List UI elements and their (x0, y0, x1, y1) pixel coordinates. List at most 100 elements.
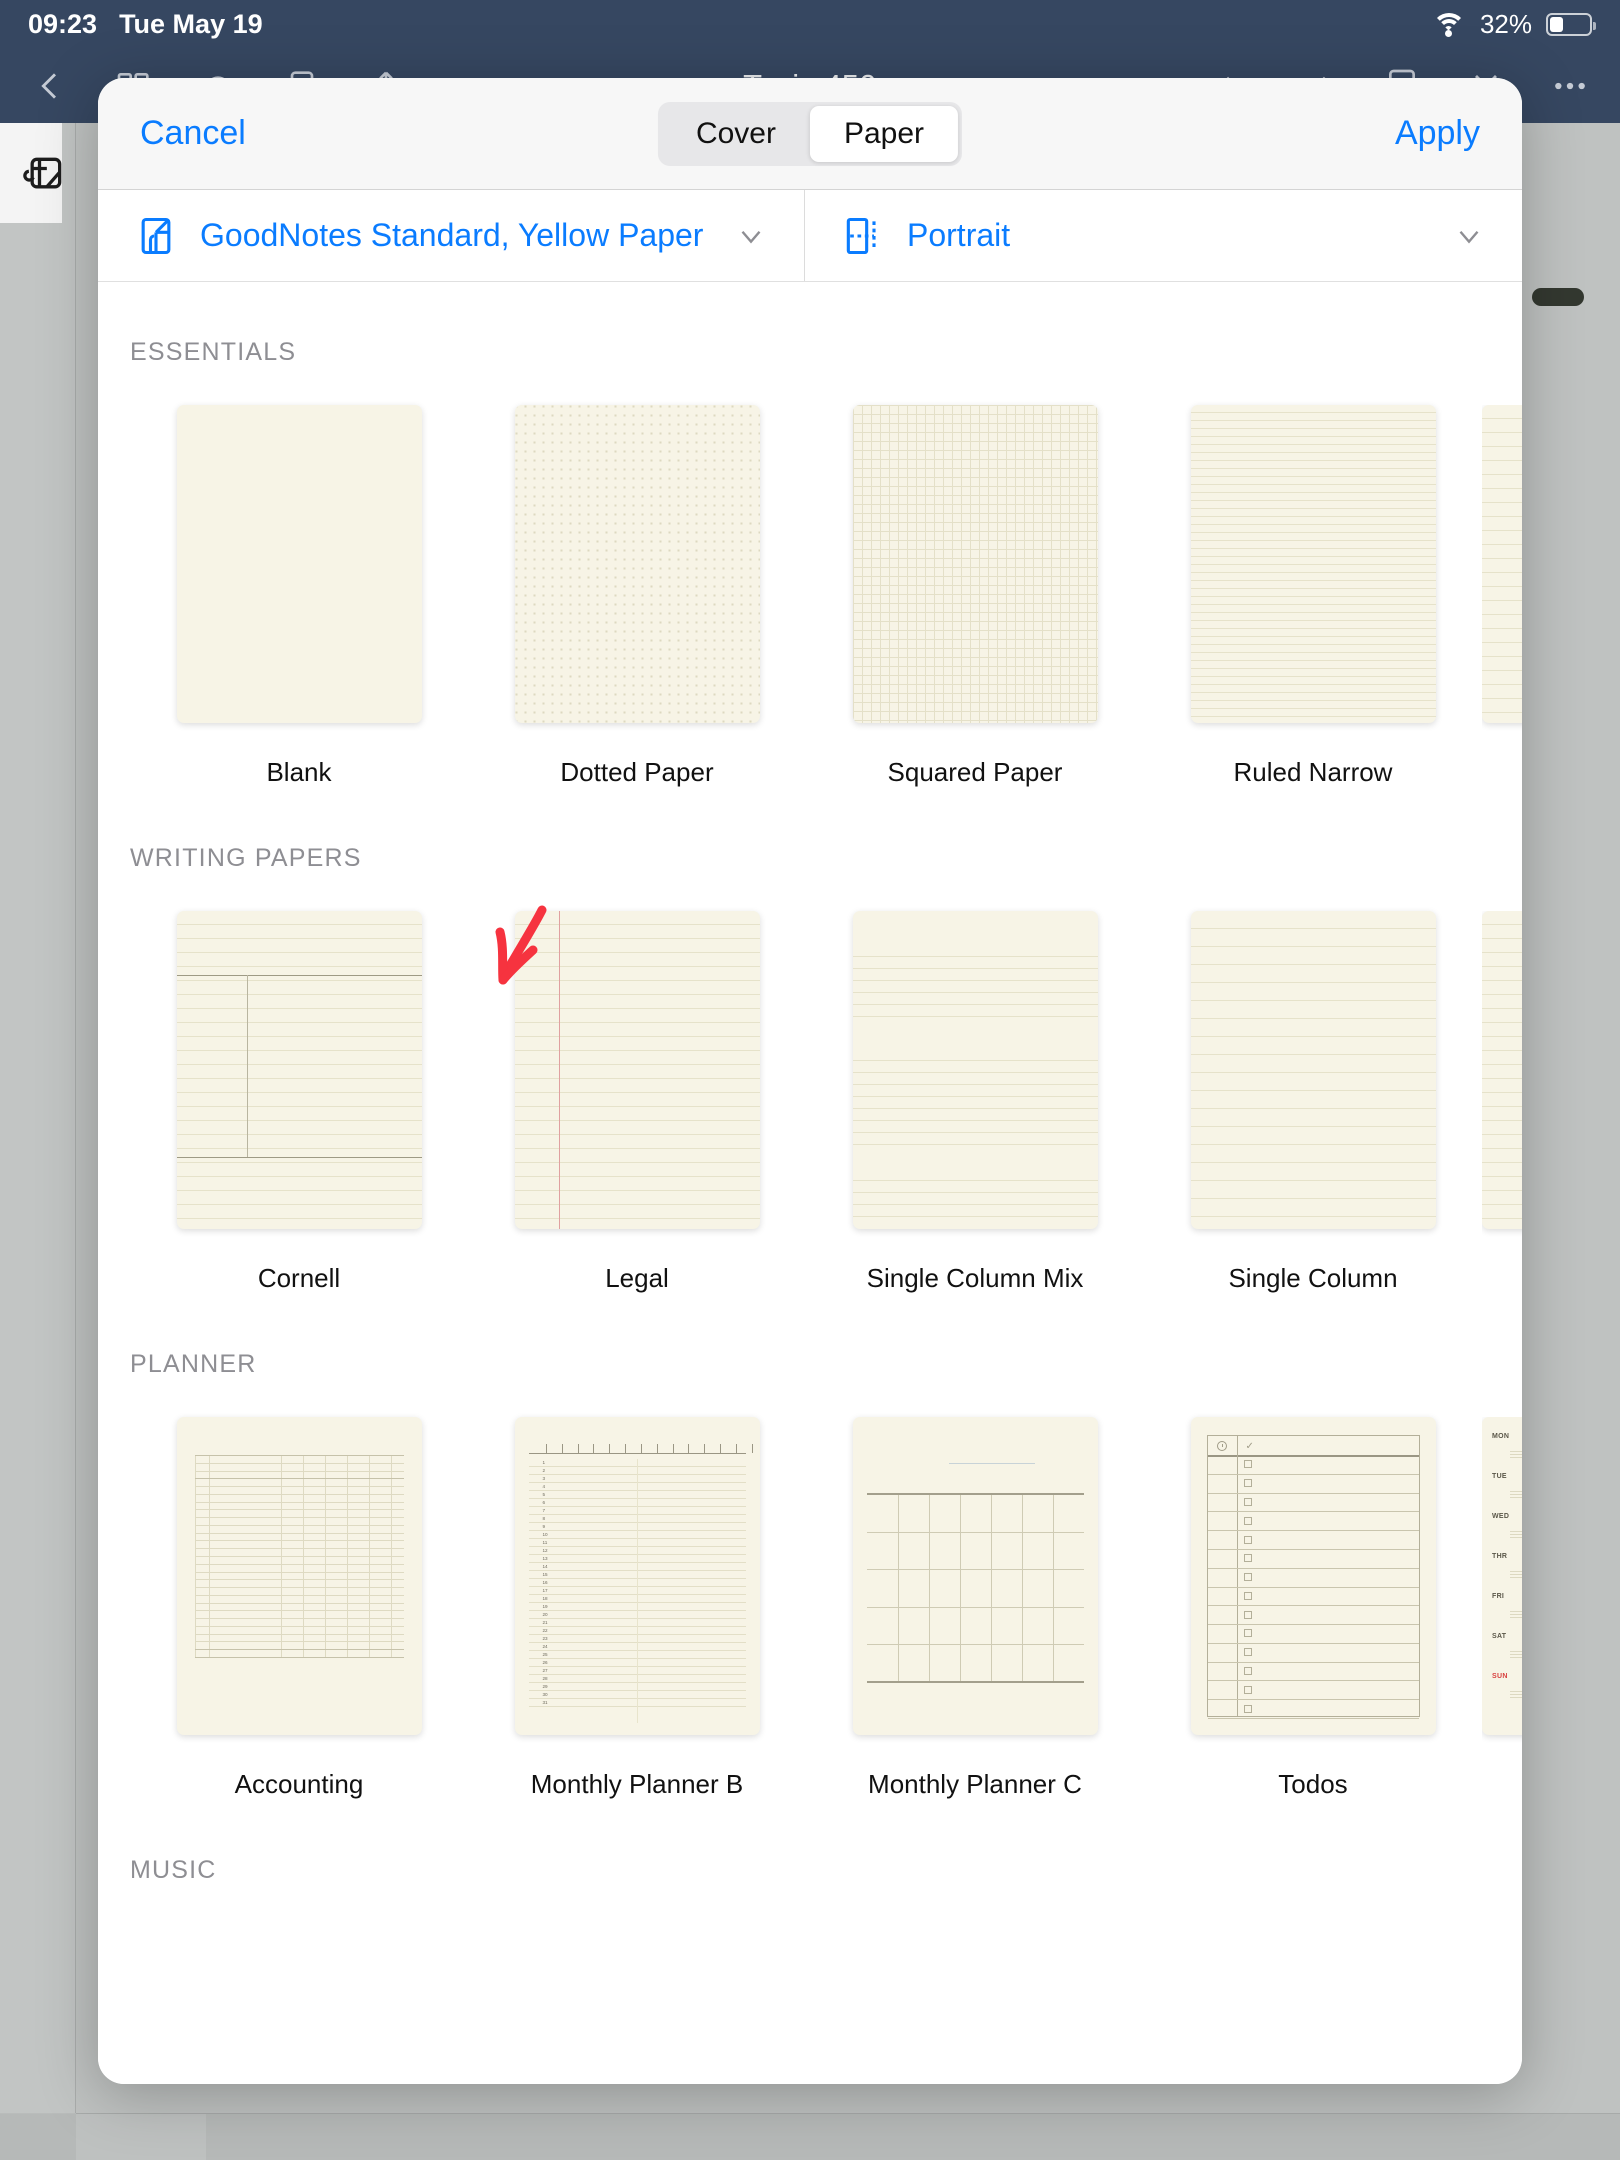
paper-settings-row: GoodNotes Standard, Yellow Paper Portrai… (98, 190, 1522, 282)
day-number: 24 (542, 1643, 548, 1649)
modal-header: Cancel Cover Paper Apply (98, 78, 1522, 190)
paper-thumbnail-cornell[interactable] (176, 911, 422, 1229)
page-thumbnail-icon[interactable] (22, 152, 68, 196)
paper-thumbnail-monthly-planner-c[interactable] (852, 1417, 1098, 1735)
day-number: 30 (542, 1691, 548, 1697)
paper-template-item[interactable]: Blank (130, 405, 468, 788)
paper-template-item-partial[interactable] (1482, 405, 1522, 788)
paper-thumbnail-todos[interactable]: ✓ (1190, 1417, 1436, 1735)
section-title-essentials: ESSENTIALS (130, 338, 297, 366)
paper-label: Dotted Paper (560, 757, 714, 787)
day-number: 21 (542, 1619, 548, 1625)
day-number: 25 (542, 1651, 548, 1657)
checkbox[interactable] (1243, 1704, 1252, 1713)
paper-template-selector[interactable]: GoodNotes Standard, Yellow Paper (98, 190, 804, 281)
checkbox[interactable] (1243, 1535, 1252, 1544)
paper-grid-planner: Accounting 1 2 3 4 5 6 7 8 9 10 11 12 13 14 15 16 17 18 19… (98, 1379, 1522, 1800)
paper-label: Ruled Narrow (1233, 757, 1393, 787)
paper-template-item[interactable]: Monthly Planner C (806, 1417, 1144, 1800)
bottom-tray-block (76, 2114, 206, 2160)
cancel-button[interactable]: Cancel (140, 114, 246, 153)
paper-template-icon (141, 217, 171, 254)
chevron-down-icon (741, 230, 761, 244)
paper-template-item[interactable]: ✓ Todos (1144, 1417, 1482, 1800)
paper-template-item[interactable]: Squared Paper (806, 405, 1144, 788)
checkbox[interactable] (1243, 1591, 1252, 1600)
bottom-tray (0, 2114, 1620, 2160)
day-number: 13 (542, 1555, 548, 1561)
paper-thumbnail-legal[interactable] (514, 911, 760, 1229)
checkbox[interactable] (1243, 1479, 1252, 1488)
checkbox[interactable] (1243, 1460, 1252, 1469)
paper-template-scroll-area[interactable]: ESSENTIALS Blank Dotted Paper Squared Pa… (98, 282, 1522, 2084)
day-number: 15 (542, 1571, 548, 1577)
wifi-icon (1431, 11, 1466, 37)
checkbox[interactable] (1243, 1573, 1252, 1582)
back-chevron-icon[interactable] (30, 66, 70, 106)
clock-icon (1216, 1441, 1227, 1451)
checkbox[interactable] (1243, 1610, 1252, 1619)
paper-template-item-partial[interactable] (1482, 911, 1522, 1294)
paper-picker-modal: Cancel Cover Paper Apply GoodNotes Stand… (98, 78, 1522, 2084)
orientation-selector[interactable]: Portrait (804, 190, 1522, 281)
paper-template-item[interactable]: Ruled Narrow (1144, 405, 1482, 788)
paper-thumbnail-accounting[interactable] (176, 1417, 422, 1735)
paper-thumbnail-ruled-narrow[interactable] (1190, 405, 1436, 723)
paper-template-item-partial[interactable]: MON TUE WED THR FRI SAT SUN (1482, 1417, 1522, 1800)
checkbox[interactable] (1243, 1648, 1252, 1657)
tab-cover[interactable]: Cover (662, 106, 810, 162)
day-number: 26 (542, 1659, 548, 1665)
paper-thumbnail-squared[interactable] (852, 405, 1098, 723)
paper-template-item[interactable]: Dotted Paper (468, 405, 806, 788)
battery-percent-label: 32% (1479, 8, 1532, 39)
checkbox[interactable] (1243, 1667, 1252, 1676)
paper-label: Squared Paper (887, 757, 1063, 787)
tab-paper[interactable]: Paper (809, 105, 959, 162)
day-number: 16 (542, 1579, 548, 1585)
checkbox[interactable] (1243, 1497, 1252, 1506)
weekday-label: THR (1492, 1553, 1508, 1560)
paper-label: Single Column Mix (866, 1263, 1084, 1293)
day-number: 29 (542, 1683, 548, 1689)
checkbox[interactable] (1243, 1516, 1252, 1525)
paper-template-item[interactable]: Cornell (130, 911, 468, 1294)
day-number: 11 (542, 1539, 548, 1545)
paper-template-item[interactable]: Single Column (1144, 911, 1482, 1294)
paper-thumbnail-single-column[interactable] (1190, 911, 1436, 1229)
checkbox[interactable] (1243, 1554, 1252, 1563)
paper-label: Monthly Planner C (868, 1769, 1082, 1799)
section-title-writing-papers: WRITING PAPERS (130, 844, 362, 872)
paper-template-item[interactable]: Legal (468, 911, 806, 1294)
checkbox[interactable] (1243, 1685, 1252, 1694)
day-number: 5 (542, 1491, 546, 1497)
checkbox[interactable] (1243, 1629, 1252, 1638)
paper-thumbnail-weekly-partial[interactable]: MON TUE WED THR FRI SAT SUN (1482, 1417, 1522, 1735)
day-number: 17 (542, 1587, 548, 1593)
paper-thumbnail-dotted[interactable] (514, 405, 760, 723)
more-options-icon[interactable] (1550, 66, 1590, 106)
paper-label: Todos (1278, 1769, 1348, 1799)
apply-button[interactable]: Apply (1395, 114, 1480, 153)
day-number: 20 (542, 1611, 548, 1617)
checkmark-icon: ✓ (1245, 1441, 1254, 1452)
paper-template-item[interactable]: Accounting (130, 1417, 468, 1800)
paper-label: Single Column (1228, 1263, 1398, 1293)
paper-thumbnail-partial[interactable] (1482, 911, 1522, 1229)
paper-template-value: GoodNotes Standard, Yellow Paper (200, 217, 704, 253)
page-sidebar (0, 123, 76, 2113)
day-number: 1 (542, 1459, 546, 1465)
battery-icon (1546, 12, 1596, 36)
drag-handle[interactable] (1532, 288, 1584, 306)
status-bar-right: 32% (1431, 8, 1596, 40)
paper-template-item[interactable]: Single Column Mix (806, 911, 1144, 1294)
paper-thumbnail-blank[interactable] (176, 405, 422, 723)
paper-template-item[interactable]: 1 2 3 4 5 6 7 8 9 10 11 12 13 14 15 16 17 18 19 20 21 22 23 24 2… (468, 1417, 806, 1800)
day-number: 28 (542, 1675, 548, 1681)
day-number: 10 (542, 1531, 548, 1537)
weekday-label: SAT (1492, 1633, 1507, 1640)
paper-thumbnail-monthly-planner-b[interactable]: 1 2 3 4 5 6 7 8 9 10 11 12 13 14 15 16 17 18 19 20 21 22 23 24 2… (514, 1417, 760, 1735)
paper-thumbnail-partial[interactable] (1482, 405, 1522, 723)
status-bar-left: 09:23 Tue May 19 (28, 9, 263, 40)
paper-thumbnail-single-column-mix[interactable] (852, 911, 1098, 1229)
day-number: 14 (542, 1563, 548, 1569)
